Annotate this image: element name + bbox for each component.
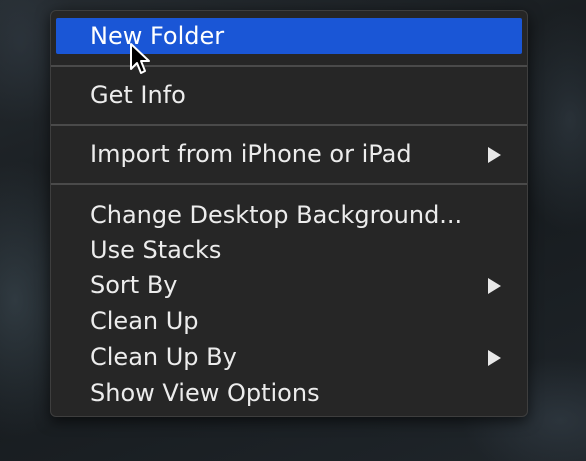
menu-separator — [51, 65, 527, 67]
menu-item-label: New Folder — [90, 22, 225, 50]
chevron-right-icon — [488, 147, 501, 163]
menu-item-sort-by[interactable]: Sort By — [56, 267, 522, 303]
menu-item-show-view-options[interactable]: Show View Options — [56, 375, 522, 411]
menu-separator — [51, 183, 527, 185]
menu-item-label: Change Desktop Background... — [90, 201, 463, 229]
menu-item-label: Get Info — [90, 81, 186, 109]
mouse-pointer-icon — [130, 43, 150, 74]
chevron-right-icon — [488, 278, 501, 294]
menu-item-label: Show View Options — [90, 379, 320, 407]
menu-item-import-from-iphone[interactable]: Import from iPhone or iPad — [56, 136, 522, 172]
menu-item-get-info[interactable]: Get Info — [56, 77, 522, 113]
menu-item-label: Sort By — [90, 271, 178, 299]
chevron-right-icon — [488, 350, 501, 366]
menu-item-use-stacks[interactable]: Use Stacks — [56, 232, 522, 268]
menu-item-label: Clean Up — [90, 307, 199, 335]
menu-item-label: Import from iPhone or iPad — [90, 140, 412, 168]
menu-item-clean-up-by[interactable]: Clean Up By — [56, 339, 522, 375]
menu-item-new-folder[interactable]: New Folder — [56, 18, 522, 54]
menu-separator — [51, 124, 527, 126]
menu-item-clean-up[interactable]: Clean Up — [56, 303, 522, 339]
desktop-context-menu: New Folder Get Info Import from iPhone o… — [50, 10, 528, 417]
menu-item-change-desktop-background[interactable]: Change Desktop Background... — [56, 197, 522, 233]
menu-item-label: Use Stacks — [90, 236, 222, 264]
menu-item-label: Clean Up By — [90, 343, 237, 371]
